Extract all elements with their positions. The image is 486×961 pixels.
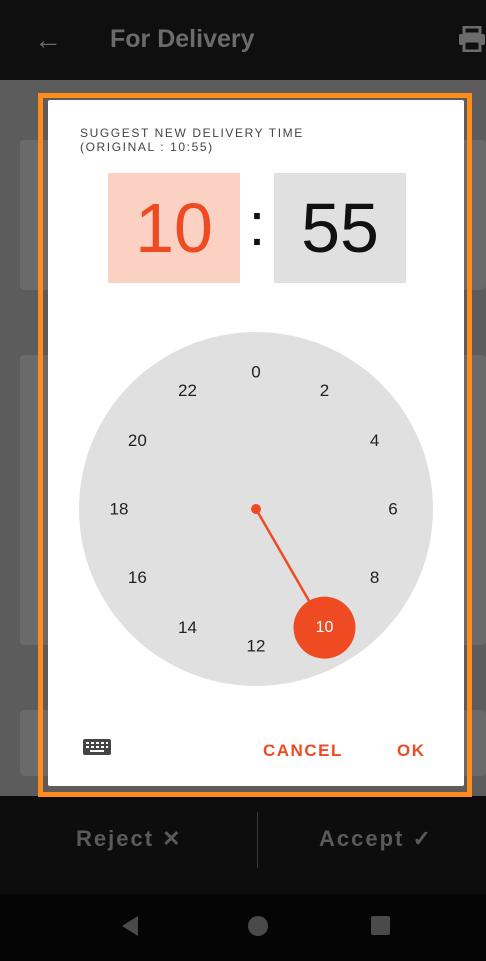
action-divider — [257, 812, 258, 868]
time-picker-dialog: SUGGEST NEW DELIVERY TIME (ORIGINAL : 10… — [48, 100, 464, 786]
clock-hour-12[interactable]: 12 — [247, 637, 266, 656]
arrow-left-icon[interactable]: ← — [34, 24, 62, 56]
accept-button[interactable]: Accept ✓ — [319, 826, 433, 852]
ok-button[interactable]: OK — [397, 741, 426, 761]
clock-hour-20[interactable]: 20 — [128, 431, 147, 450]
selected-hour-label: 10 — [316, 619, 334, 636]
app-bar-title: For Delivery — [110, 25, 255, 53]
clock-hour-0[interactable]: 0 — [251, 363, 260, 382]
clock-hour-4[interactable]: 4 — [370, 431, 379, 450]
clock-dial[interactable]: 0 2 4 6 8 12 14 16 18 20 22 10 — [48, 100, 464, 786]
clock-hour-6[interactable]: 6 — [388, 500, 397, 519]
nav-back-icon[interactable] — [122, 916, 138, 936]
clock-hour-18[interactable]: 18 — [110, 500, 129, 519]
cancel-button[interactable]: CANCEL — [263, 741, 343, 761]
reject-button[interactable]: Reject ✕ — [76, 826, 183, 852]
clock-hour-14[interactable]: 14 — [178, 618, 197, 637]
clock-hour-8[interactable]: 8 — [370, 568, 379, 587]
bottom-action-bar: Reject ✕ Accept ✓ — [0, 796, 486, 894]
keyboard-icon[interactable] — [82, 737, 112, 757]
nav-recents-icon[interactable] — [371, 916, 390, 935]
clock-hour-16[interactable]: 16 — [128, 568, 147, 587]
clock-hour-22[interactable]: 22 — [178, 381, 197, 400]
system-nav-bar — [0, 894, 486, 961]
app-bar: ← For Delivery — [0, 0, 486, 80]
nav-home-icon[interactable] — [248, 916, 268, 936]
printer-icon[interactable] — [458, 26, 486, 52]
clock-center-dot — [251, 504, 261, 514]
clock-hour-2[interactable]: 2 — [320, 381, 329, 400]
